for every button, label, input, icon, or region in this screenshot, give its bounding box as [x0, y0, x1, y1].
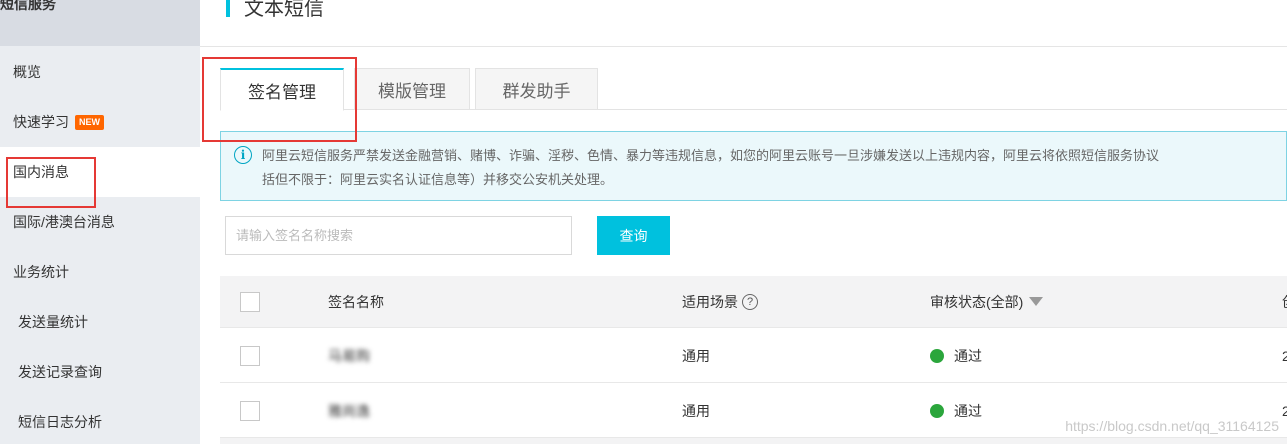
status-ok-icon: [930, 348, 944, 363]
signature-name: 马易购: [328, 347, 370, 364]
sidebar-item-label: 国际/港澳台消息: [13, 214, 115, 230]
tab-label: 模版管理: [378, 81, 446, 101]
review-status: 通过: [930, 329, 982, 382]
page-header: 文本短信: [200, 0, 1287, 47]
sidebar-item-overview[interactable]: 概览: [0, 47, 200, 97]
tab-label: 签名管理: [248, 82, 316, 102]
watermark: https://blog.csdn.net/qq_31164125: [1065, 418, 1279, 434]
header-review-status: 审核状态(全部): [930, 276, 1044, 327]
header-truncated: 创: [1282, 276, 1287, 327]
search-button[interactable]: 查询: [597, 216, 670, 255]
sidebar-item-label: 发送记录查询: [18, 364, 102, 380]
scene-value: 通用: [682, 347, 710, 364]
header-scene: 适用场景 ?: [682, 276, 758, 327]
signature-search-input[interactable]: [225, 216, 572, 255]
title-accent-bar: [226, 0, 230, 17]
signature-name: 雅尚逸: [328, 402, 370, 419]
sidebar-item-send-records[interactable]: 发送记录查询: [0, 347, 200, 397]
notice-text: 阿里云短信服务严禁发送金融营销、赌博、诈骗、淫秽、色情、暴力等违规信息，如您的阿…: [262, 144, 1287, 192]
truncated-value: 2: [1282, 402, 1287, 419]
sidebar-item-international[interactable]: 国际/港澳台消息: [0, 197, 200, 247]
tab-signature-management[interactable]: 签名管理: [220, 68, 344, 111]
info-icon: i: [234, 146, 252, 164]
review-status: 通过: [930, 384, 982, 437]
status-label: 通过: [954, 402, 982, 419]
table-header: 签名名称 适用场景 ? 审核状态(全部) 创: [220, 276, 1287, 328]
sidebar-item-label: 快速学习: [13, 114, 69, 130]
filter-icon[interactable]: [1029, 297, 1044, 306]
question-icon[interactable]: ?: [742, 293, 758, 310]
notice-line-1: 阿里云短信服务严禁发送金融营销、赌博、诈骗、淫秽、色情、暴力等违规信息，如您的阿…: [262, 148, 1160, 163]
status-ok-icon: [930, 403, 944, 418]
scene-value: 通用: [682, 402, 710, 419]
main-content: 签名管理 模版管理 群发助手 i 阿里云短信服务严禁发送金融营销、赌博、诈骗、淫…: [200, 47, 1287, 444]
status-label: 通过: [954, 347, 982, 364]
new-badge: NEW: [75, 114, 104, 130]
sidebar-item-label: 国内消息: [13, 164, 69, 180]
sidebar-title: 短信服务: [0, 0, 56, 12]
sidebar-item-send-volume[interactable]: 发送量统计: [0, 297, 200, 347]
header-status-label: 审核状态(全部): [930, 293, 1024, 310]
row-checkbox[interactable]: [240, 345, 260, 366]
sidebar-header: 短信服务: [0, 0, 200, 46]
sidebar-item-label: 业务统计: [13, 264, 69, 280]
sidebar-item-quick-learn[interactable]: 快速学习 NEW: [0, 97, 200, 147]
sidebar-item-domestic[interactable]: 国内消息: [0, 147, 200, 197]
sidebar-item-log-analysis[interactable]: 短信日志分析: [0, 397, 200, 444]
truncated-value: 2: [1282, 347, 1287, 364]
table-footer-strip: [220, 438, 1287, 444]
tab-template-management[interactable]: 模版管理: [354, 68, 470, 110]
notice-line-2: 括但不限于：阿里云实名认证信息等）并移交公安机关处理。: [262, 172, 614, 187]
tab-bar: 签名管理 模版管理 群发助手: [220, 68, 1287, 111]
sidebar-item-label: 短信日志分析: [18, 414, 102, 430]
header-signature-name: 签名名称: [328, 293, 384, 310]
header-scene-label: 适用场景: [682, 293, 738, 310]
sidebar: 短信服务 概览 快速学习 NEW 国内消息 国际/港澳台消息 业务统计 发送量统…: [0, 0, 200, 444]
compliance-notice: i 阿里云短信服务严禁发送金融营销、赌博、诈骗、淫秽、色情、暴力等违规信息，如您…: [220, 131, 1287, 201]
row-checkbox[interactable]: [240, 400, 260, 421]
table-row: 马易购 通用 通过 2: [220, 329, 1287, 383]
page-title: 文本短信: [244, 0, 324, 20]
tab-label: 群发助手: [502, 81, 571, 101]
sidebar-item-label: 概览: [13, 64, 41, 80]
sidebar-item-statistics[interactable]: 业务统计: [0, 247, 200, 297]
sidebar-item-label: 发送量统计: [18, 314, 88, 330]
select-all-checkbox[interactable]: [240, 291, 260, 312]
tab-bulk-assistant[interactable]: 群发助手: [475, 68, 598, 110]
